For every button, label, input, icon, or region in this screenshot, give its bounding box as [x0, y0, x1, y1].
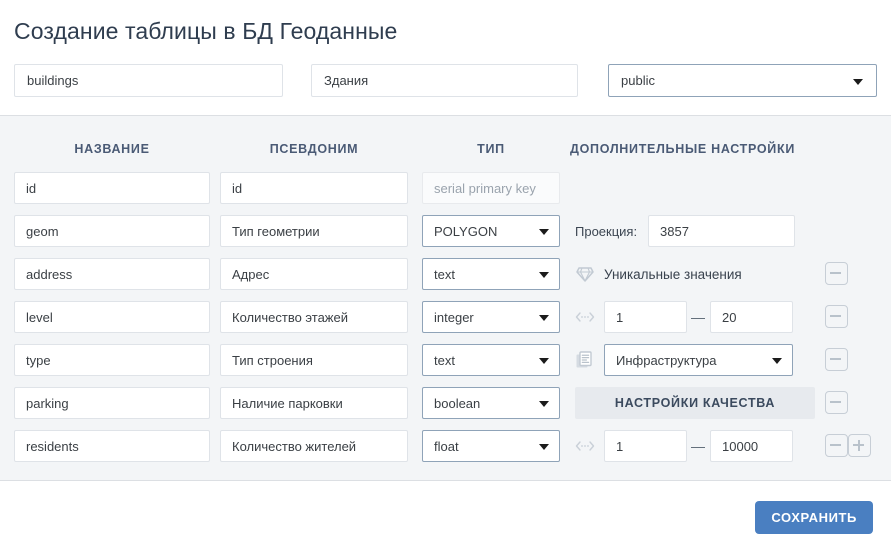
- field-type-value: POLYGON: [434, 223, 498, 239]
- dictionary-value: Инфраструктура: [616, 352, 717, 368]
- field-type-value: text: [434, 352, 455, 368]
- extra-settings-cell: 1— 10000: [570, 430, 891, 462]
- document-list-icon: [575, 350, 595, 370]
- field-name-input[interactable]: parking: [14, 387, 210, 419]
- minus-icon: [830, 444, 841, 447]
- column-header-alias: ПСЕВДОНИМ: [269, 142, 359, 156]
- field-type-value: boolean: [434, 395, 481, 411]
- column-header-type: ТИП: [477, 142, 505, 156]
- extra-settings-cell: НАСТРОЙКИ КАЧЕСТВА: [570, 387, 891, 419]
- chevron-down-icon: [539, 229, 549, 235]
- field-name-input[interactable]: type: [14, 344, 210, 376]
- table-row: parking Наличие парковки boolean НАСТРОЙКИ …: [0, 387, 891, 419]
- diamond-icon: [575, 264, 595, 284]
- field-alias-input[interactable]: id: [220, 172, 408, 204]
- minus-icon: [830, 401, 841, 404]
- field-alias-input[interactable]: Количество этажей: [220, 301, 408, 333]
- create-table-dialog: Создание таблицы в БД Геоданные building…: [0, 0, 891, 547]
- minus-icon: [830, 272, 841, 275]
- range-separator: —: [691, 309, 705, 325]
- chevron-down-icon: [772, 358, 782, 364]
- fields-panel: НАЗВАНИЕ ПСЕВДОНИМ ТИП ДОПОЛНИТЕЛЬНЫЕ НА…: [0, 115, 891, 481]
- table-row: address Адрес text Уникальные значения: [0, 258, 891, 290]
- remove-setting-button[interactable]: [825, 434, 848, 457]
- unique-values-label: Уникальные значения: [604, 266, 742, 282]
- minus-icon: [830, 315, 841, 318]
- field-type-select[interactable]: POLYGON: [422, 215, 560, 247]
- range-max-input[interactable]: 20: [710, 301, 793, 333]
- range-min-input[interactable]: 1: [604, 301, 687, 333]
- projection-input[interactable]: 3857: [648, 215, 795, 247]
- minus-icon: [830, 358, 841, 361]
- page-title: Создание таблицы в БД Геоданные: [14, 18, 398, 44]
- table-row: level Количество этажей integer 1— 20: [0, 301, 891, 333]
- projection-label: Проекция:: [575, 223, 638, 239]
- field-type-select[interactable]: integer: [422, 301, 560, 333]
- field-alias-input[interactable]: Адрес: [220, 258, 408, 290]
- table-alias-input[interactable]: Здания: [311, 64, 578, 97]
- column-header-extra: ДОПОЛНИТЕЛЬНЫЕ НАСТРОЙКИ: [570, 142, 795, 156]
- quality-settings-button[interactable]: НАСТРОЙКИ КАЧЕСТВА: [575, 387, 815, 419]
- chevron-down-icon: [539, 358, 549, 364]
- save-button[interactable]: СОХРАНИТЬ: [755, 501, 873, 534]
- table-name-value: buildings: [27, 73, 79, 88]
- arrows-horizontal-icon: [575, 307, 595, 327]
- table-alias-value: Здания: [324, 73, 369, 88]
- extra-settings-cell: 1— 20: [570, 301, 891, 333]
- field-type-value: text: [434, 266, 455, 282]
- field-alias-input[interactable]: Тип геометрии: [220, 215, 408, 247]
- extra-settings-cell: Инфраструктура: [570, 344, 891, 376]
- field-alias-input[interactable]: Тип строения: [220, 344, 408, 376]
- extra-settings-cell: Проекция: 3857: [570, 215, 891, 247]
- schema-select[interactable]: public: [608, 64, 877, 97]
- chevron-down-icon: [853, 78, 863, 85]
- field-name-input[interactable]: address: [14, 258, 210, 290]
- plus-icon-vertical: [857, 439, 860, 451]
- field-name-input[interactable]: id: [14, 172, 210, 204]
- table-row: geom Тип геометрии POLYGON Проекция: 3857: [0, 215, 891, 247]
- chevron-down-icon: [539, 272, 549, 278]
- field-type-value: serial primary key: [434, 180, 536, 196]
- field-name-input[interactable]: level: [14, 301, 210, 333]
- table-row: residents Количество жителей float 1— 10000: [0, 430, 891, 462]
- range-max-input[interactable]: 10000: [710, 430, 793, 462]
- remove-setting-button[interactable]: [825, 391, 848, 414]
- remove-setting-button[interactable]: [825, 262, 848, 285]
- remove-setting-button[interactable]: [825, 348, 848, 371]
- table-meta-row: buildings Здания public: [0, 64, 891, 98]
- column-header-name: НАЗВАНИЕ: [74, 142, 150, 156]
- dictionary-select[interactable]: Инфраструктура: [604, 344, 793, 376]
- field-name-input[interactable]: geom: [14, 215, 210, 247]
- arrows-horizontal-icon: [575, 436, 595, 456]
- add-setting-button[interactable]: [848, 434, 871, 457]
- table-row: type Тип строения text Инфраструктура: [0, 344, 891, 376]
- remove-setting-button[interactable]: [825, 305, 848, 328]
- chevron-down-icon: [539, 315, 549, 321]
- schema-value: public: [621, 73, 655, 88]
- field-alias-input[interactable]: Наличие парковки: [220, 387, 408, 419]
- table-name-input[interactable]: buildings: [14, 64, 283, 97]
- chevron-down-icon: [539, 444, 549, 450]
- field-type-select[interactable]: text: [422, 344, 560, 376]
- field-type-select[interactable]: text: [422, 258, 560, 290]
- range-separator: —: [691, 438, 705, 454]
- field-type-readonly: serial primary key: [422, 172, 560, 204]
- field-type-value: integer: [434, 309, 474, 325]
- field-alias-input[interactable]: Количество жителей: [220, 430, 408, 462]
- range-min-input[interactable]: 1: [604, 430, 687, 462]
- field-type-select[interactable]: float: [422, 430, 560, 462]
- table-row: id id serial primary key: [0, 172, 891, 204]
- extra-settings-cell: Уникальные значения: [570, 258, 891, 290]
- field-type-value: float: [434, 438, 459, 454]
- field-type-select[interactable]: boolean: [422, 387, 560, 419]
- extra-settings-cell: [570, 172, 891, 204]
- chevron-down-icon: [539, 401, 549, 407]
- field-name-input[interactable]: residents: [14, 430, 210, 462]
